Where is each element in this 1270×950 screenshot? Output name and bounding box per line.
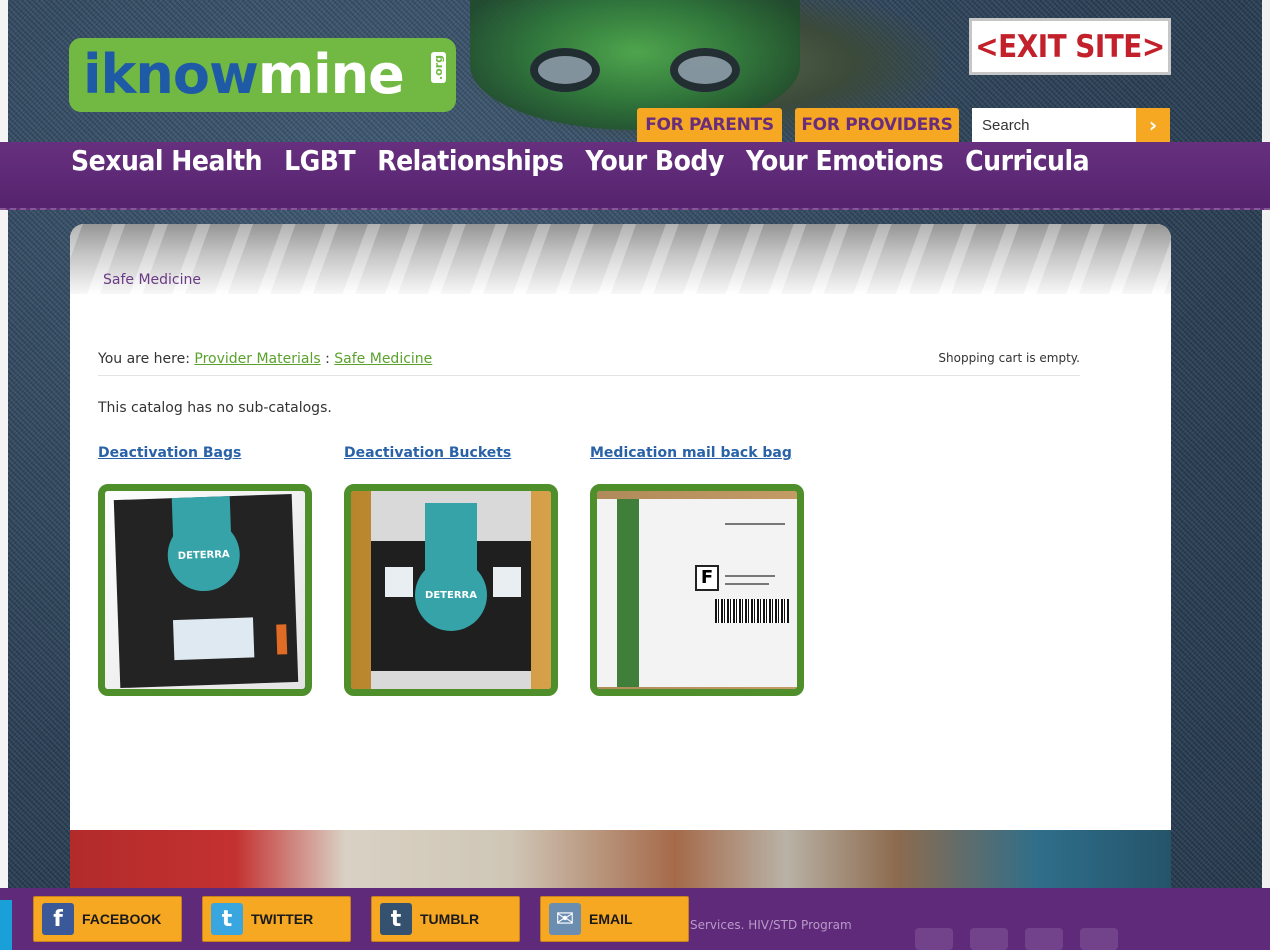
exit-site-button[interactable]: <EXIT SITE> [969, 18, 1171, 75]
page-title: Safe Medicine [103, 272, 201, 288]
share-twitter-button[interactable]: t TWITTER [202, 896, 351, 942]
footer-facebook-icon[interactable] [915, 928, 953, 950]
nav-item-curricula[interactable]: Curricula [965, 144, 1089, 177]
search-input[interactable] [972, 108, 1136, 142]
nav-item-your-body[interactable]: Your Body [585, 144, 724, 177]
breadcrumb-prefix: You are here: [98, 351, 190, 367]
bucket-sticker-left [385, 567, 413, 597]
share-label: TUMBLR [420, 911, 480, 927]
tumblr-icon: t [380, 903, 412, 935]
item-title-deactivation-buckets[interactable]: Deactivation Buckets [344, 445, 511, 461]
bag-sticker [172, 617, 255, 661]
footer-artwork [70, 830, 1171, 888]
bucket-sticker-right [493, 567, 521, 597]
item-image-deactivation-buckets[interactable]: DETERRA [344, 484, 558, 696]
bag-shape: DETERRA [113, 493, 299, 689]
breadcrumb-provider-materials[interactable]: Provider Materials [194, 351, 320, 367]
nav-item-your-emotions[interactable]: Your Emotions [746, 144, 944, 177]
footer-text: Services. HIV/STD Program [690, 918, 852, 932]
cart-status: Shopping cart is empty. [938, 351, 1080, 365]
mask-eye-left [530, 48, 600, 92]
content-panel: Safe Medicine You are here: Provider Mat… [70, 224, 1171, 830]
logo-part1: iknow [83, 43, 259, 106]
footer-tumblr-icon[interactable] [1025, 928, 1063, 950]
share-tumblr-button[interactable]: t TUMBLR [371, 896, 520, 942]
search-box: › [972, 108, 1170, 142]
logo-tld: .org [431, 52, 446, 84]
email-icon: ✉ [549, 903, 581, 935]
twitter-icon: t [211, 903, 243, 935]
bucket-label-circle: DETERRA [415, 559, 487, 631]
item-image-medication-mail-back-bag[interactable]: F [590, 484, 804, 696]
footer-youtube-icon[interactable] [1080, 928, 1118, 950]
mailbag-text-line [725, 523, 785, 525]
left-accent [0, 900, 12, 950]
facebook-icon: f [42, 903, 74, 935]
for-providers-link[interactable]: FOR PROVIDERS [795, 108, 959, 142]
site-logo[interactable]: iknowmine .org [69, 38, 456, 112]
mailbag-text-line [725, 575, 775, 577]
bag-tab [276, 624, 288, 655]
mailbag-letter: F [695, 565, 719, 591]
mailbag-seal-strip [617, 499, 639, 687]
nav-item-relationships[interactable]: Relationships [377, 144, 564, 177]
item-title-deactivation-bags[interactable]: Deactivation Bags [98, 445, 241, 461]
share-facebook-button[interactable]: f FACEBOOK [33, 896, 182, 942]
mailbag-barcode [715, 599, 789, 623]
bucket-shape: DETERRA [371, 491, 531, 689]
share-label: FACEBOOK [82, 911, 162, 927]
mailbag-text-line [725, 583, 769, 585]
main-nav: Sexual Health LGBT Relationships Your Bo… [0, 142, 1270, 210]
mailbag-shape: F [597, 499, 797, 687]
for-parents-link[interactable]: FOR PARENTS [637, 108, 782, 142]
chevron-right-icon: › [1148, 113, 1158, 137]
nav-item-lgbt[interactable]: LGBT [284, 144, 356, 177]
logo-part2: mine [257, 43, 405, 106]
share-email-button[interactable]: ✉ EMAIL [540, 896, 689, 942]
search-button[interactable]: › [1136, 108, 1170, 142]
nav-items: Sexual Health LGBT Relationships Your Bo… [71, 144, 1111, 177]
nav-item-sexual-health[interactable]: Sexual Health [71, 144, 263, 177]
breadcrumb-safe-medicine[interactable]: Safe Medicine [334, 351, 432, 367]
catalog-item: Deactivation Bags DETERRA [98, 442, 312, 696]
breadcrumb-separator: : [325, 351, 330, 367]
no-subcatalogs-text: This catalog has no sub-catalogs. [98, 400, 332, 416]
mask-eye-right [670, 48, 740, 92]
footer-twitter-icon[interactable] [970, 928, 1008, 950]
divider [98, 375, 1080, 376]
catalog-item: Medication mail back bag F [590, 442, 804, 696]
item-title-medication-mail-back-bag[interactable]: Medication mail back bag [590, 445, 792, 461]
breadcrumb: You are here: Provider Materials : Safe … [98, 351, 432, 367]
share-label: EMAIL [589, 911, 633, 927]
item-image-deactivation-bags[interactable]: DETERRA [98, 484, 312, 696]
catalog-item: Deactivation Buckets DETERRA [344, 442, 558, 696]
logo-text: iknowmine [83, 48, 405, 102]
panel-banner [70, 224, 1171, 294]
share-label: TWITTER [251, 911, 314, 927]
